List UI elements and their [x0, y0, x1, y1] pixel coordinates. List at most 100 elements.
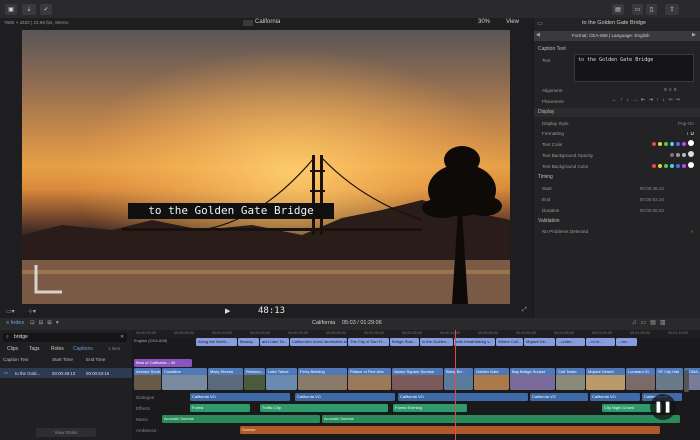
music-clip[interactable]: Acoustic Sunrise — [162, 415, 320, 423]
end-value[interactable]: 00:00:53:16 — [640, 195, 664, 204]
caption-clip[interactable]: to the Golden... — [420, 338, 453, 346]
next-caption-icon[interactable]: ▶ — [692, 32, 696, 38]
voice-clip[interactable]: California VO — [530, 393, 588, 401]
playhead[interactable] — [455, 330, 456, 440]
video-clip[interactable]: Redwoo... — [244, 368, 265, 390]
view-roles-button[interactable]: View Roles — [36, 428, 96, 437]
pause-icon[interactable]: ❚❚ — [650, 394, 676, 420]
format-language[interactable]: Format: CEA-608 | Language: English — [572, 33, 650, 38]
duration-value[interactable]: 00:00:05:03 — [640, 206, 664, 215]
bg-opacity-swatches[interactable] — [668, 151, 694, 160]
color-swatch[interactable] — [688, 140, 694, 146]
video-clip[interactable]: Avenue Sunb... — [134, 368, 161, 390]
alignment-buttons[interactable]: ≡≡≡ — [664, 87, 679, 93]
placement-buttons[interactable]: ←↑↓→⇤⇥↑↓⇦⇨ — [612, 97, 684, 103]
caption-clip[interactable]: and Lake Ta... — [260, 338, 289, 346]
color-swatch[interactable] — [658, 164, 662, 168]
library-icon[interactable]: ▣ — [5, 4, 17, 15]
timecode-display[interactable]: 48:13 — [258, 306, 285, 316]
voice-clip[interactable]: California VO — [295, 393, 395, 401]
share-icon[interactable]: ⇪ — [665, 4, 679, 15]
col-caption-text[interactable]: Caption Text — [3, 357, 28, 362]
color-swatch[interactable] — [658, 142, 662, 146]
timeline-toggle-icon[interactable]: ▭ — [632, 4, 643, 15]
caption-text-field[interactable]: to the Golden Gate Bridge — [574, 54, 694, 82]
caption-clip[interactable]: Mojave De... — [524, 338, 555, 346]
italic-button[interactable]: I U — [687, 129, 694, 138]
tab-tags[interactable]: Tags — [29, 346, 40, 352]
effects-clip[interactable]: Traffic City — [260, 404, 388, 412]
display-style-select[interactable]: Pop-On — [678, 119, 694, 128]
caption-clip[interactable]: ...under... — [556, 338, 585, 346]
import-icon[interactable]: ⇣ — [22, 4, 36, 15]
caption-clip[interactable]: Beauty... — [238, 338, 259, 346]
color-swatch[interactable] — [688, 162, 694, 168]
col-start-time[interactable]: Start Time — [52, 357, 73, 362]
tab-roles[interactable]: Roles — [51, 346, 64, 352]
timeline-ruler[interactable]: 00:00:00:00 00:00:05:00 00:00:10:00 00:00:1… — [132, 330, 700, 338]
color-swatch[interactable] — [670, 164, 674, 168]
scrollbar[interactable] — [684, 370, 689, 392]
color-swatch[interactable] — [676, 164, 680, 168]
fullscreen-icon[interactable]: ⤢ — [522, 307, 527, 314]
text-color-swatches[interactable] — [650, 140, 694, 149]
ambience-clip[interactable]: Sunrise — [240, 426, 660, 434]
video-clip[interactable]: Lake Tahoe — [266, 368, 297, 390]
index-button[interactable]: ≡ Index — [6, 320, 24, 326]
zoom-select[interactable]: 30% — [478, 19, 490, 25]
video-clip[interactable]: Coastline — [162, 368, 207, 390]
caption-clip[interactable]: Where Coll... — [496, 338, 523, 346]
color-swatch[interactable] — [682, 142, 686, 146]
viewer-options-icon[interactable]: ▭▾ — [6, 308, 15, 315]
caption-clip[interactable]: with breathtaking v... — [454, 338, 495, 346]
play-icon[interactable]: ▶ — [225, 307, 230, 315]
video-clip[interactable]: Bay Bridge Sunset — [510, 368, 555, 390]
view-menu[interactable]: View — [506, 19, 519, 25]
prev-caption-icon[interactable]: ◀ — [536, 32, 540, 38]
browser-toggle-icon[interactable]: ▤ — [612, 4, 624, 15]
caption-clip[interactable]: Bridge Stan... — [390, 338, 419, 346]
effects-clip[interactable]: Forest — [190, 404, 250, 412]
search-input[interactable]: bridge — [14, 334, 28, 340]
video-clip[interactable]: Misty Shores — [208, 368, 243, 390]
caption-clip[interactable]: The City of San Fr... — [348, 338, 389, 346]
caption-clip[interactable]: Along the North... — [196, 338, 237, 346]
video-clip[interactable]: Bixby Bri... — [444, 368, 473, 390]
color-swatch[interactable] — [670, 142, 674, 146]
tab-clips[interactable]: Clips — [7, 346, 18, 352]
voice-clip[interactable]: California VO — [398, 393, 528, 401]
col-end-time[interactable]: End Time — [86, 357, 105, 362]
video-clip[interactable]: Ferry Building — [298, 368, 347, 390]
background-tasks-icon[interactable]: ✓ — [40, 4, 52, 15]
music-clip[interactable]: Acoustic Sunrise — [322, 415, 680, 423]
compound-clip[interactable]: Best of California – 30 — [134, 359, 192, 367]
start-value[interactable]: 00:00:48:13 — [640, 184, 664, 193]
video-clip[interactable]: Golden Gate — [474, 368, 509, 390]
color-swatch[interactable] — [676, 142, 680, 146]
voice-clip[interactable]: California VO — [190, 393, 290, 401]
video-clip[interactable]: Palace of Fine Arts — [348, 368, 391, 390]
transform-icon[interactable]: ⊹▾ — [28, 308, 36, 315]
tab-captions[interactable]: Captions — [73, 346, 93, 352]
video-clip[interactable]: Coit Tower — [556, 368, 585, 390]
color-swatch[interactable] — [664, 164, 668, 168]
bg-color-swatches[interactable] — [650, 162, 694, 171]
caption-clip[interactable]: ...rn fo... — [586, 338, 615, 346]
clear-search-icon[interactable]: ✕ — [120, 334, 124, 340]
video-clip[interactable]: Mojave Desert — [586, 368, 625, 390]
video-clip[interactable]: Alamo Square Sunrise — [392, 368, 443, 390]
caption-overlay[interactable]: to the Golden Gate Bridge — [128, 203, 334, 219]
caption-clip[interactable]: ...ver... — [616, 338, 637, 346]
audio-view-icons[interactable]: ♫▭▤▥ — [632, 319, 670, 326]
color-swatch[interactable] — [682, 164, 686, 168]
color-swatch[interactable] — [664, 142, 668, 146]
captions-inspector-icon[interactable]: ▭ — [537, 20, 543, 27]
voice-clip[interactable]: California VO — [590, 393, 640, 401]
video-clip[interactable]: Lombard St. — [626, 368, 655, 390]
color-swatch[interactable] — [652, 164, 656, 168]
caption-clip[interactable]: California's iconic landmarks are symb..… — [290, 338, 347, 346]
color-swatch[interactable] — [652, 142, 656, 146]
inspector-toggle-icon[interactable]: ▯ — [646, 4, 657, 15]
video-clip[interactable]: SF City Hall — [656, 368, 683, 390]
edit-tools-icons[interactable]: ⊡⊟⊞▾ — [30, 320, 63, 326]
